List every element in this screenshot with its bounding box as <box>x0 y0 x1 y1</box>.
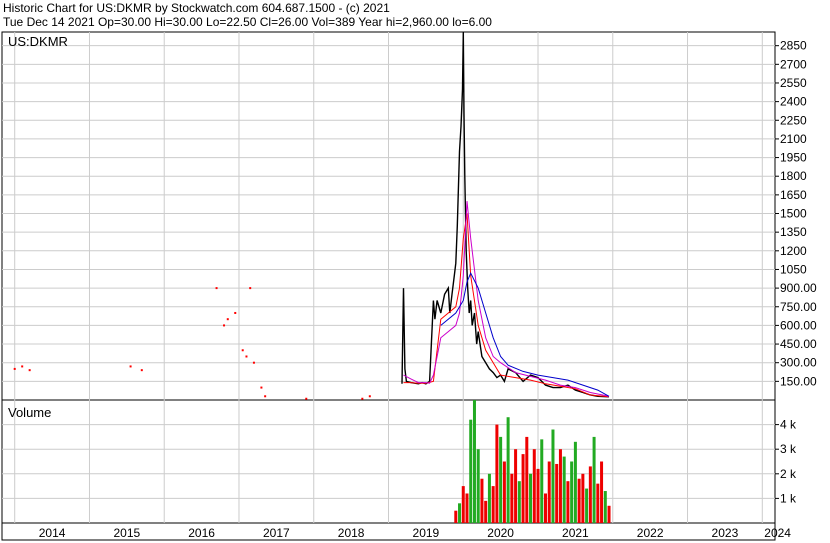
price-tick-label: 1950 <box>780 151 807 165</box>
year-tick-label: 2019 <box>413 526 440 540</box>
volume-bar <box>461 486 465 523</box>
price-tick-label: 2550 <box>780 76 807 90</box>
volume-bar <box>570 461 574 523</box>
price-point <box>140 369 143 372</box>
price-tick-label: 600.00 <box>780 318 817 332</box>
price-point <box>264 395 267 398</box>
volume-y-axis: 1 k 2 k 3 k 4 k <box>775 418 797 505</box>
year-tick-label: 2021 <box>562 526 589 540</box>
price-point <box>13 367 16 370</box>
volume-bar <box>499 436 503 523</box>
volume-tick-label: 4 k <box>780 418 797 432</box>
year-tick-label: 2024 <box>764 526 791 540</box>
volume-tick-label: 1 k <box>780 491 797 505</box>
price-point <box>305 397 308 400</box>
price-point <box>223 324 226 327</box>
price-tick-label: 300.00 <box>780 356 817 370</box>
volume-bar <box>607 505 611 523</box>
price-tick-label: 2250 <box>780 113 807 127</box>
price-tick-label: 750.00 <box>780 300 817 314</box>
volume-bar <box>529 473 533 523</box>
symbol-label: US:DKMR <box>8 34 68 49</box>
year-tick-label: 2023 <box>712 526 739 540</box>
price-tick-label: 2400 <box>780 95 807 109</box>
price-tick-label: 2100 <box>780 132 807 146</box>
price-point <box>226 318 229 321</box>
volume-bar <box>480 478 484 523</box>
price-tick-label: 1350 <box>780 225 807 239</box>
volume-bar <box>465 493 469 523</box>
volume-bar <box>502 461 506 523</box>
price-point <box>215 287 218 290</box>
year-tick-label: 2022 <box>637 526 664 540</box>
volume-bar <box>588 466 592 523</box>
volume-bar <box>577 478 581 523</box>
volume-bar <box>566 481 570 523</box>
price-tick-label: 900.00 <box>780 281 817 295</box>
price-point <box>129 365 132 368</box>
volume-bar <box>517 481 521 523</box>
year-tick-label: 2015 <box>113 526 140 540</box>
price-point <box>241 349 244 352</box>
volume-bar <box>555 463 559 523</box>
volume-tick-label: 2 k <box>780 467 797 481</box>
price-tick-label: 1500 <box>780 207 807 221</box>
volume-bar <box>543 493 547 523</box>
volume-bar <box>536 468 540 523</box>
volume-bar <box>562 456 566 523</box>
volume-bar <box>592 436 596 523</box>
price-tick-label: 1800 <box>780 169 807 183</box>
price-tick-label: 2850 <box>780 39 807 53</box>
volume-bar <box>510 473 514 523</box>
price-tick-label: 2700 <box>780 57 807 71</box>
price-point <box>368 395 371 398</box>
volume-bar <box>573 441 577 523</box>
price-tick-label: 450.00 <box>780 337 817 351</box>
price-point <box>260 386 263 389</box>
price-point <box>245 355 248 358</box>
volume-bar <box>525 436 529 523</box>
price-tick-label: 1050 <box>780 262 807 276</box>
volume-bar <box>454 510 458 523</box>
volume-bar <box>472 400 476 523</box>
historic-chart: 150.00 300.00 450.00 600.00 750.00 900.00 1050… <box>1 31 817 541</box>
volume-tick-label: 3 k <box>780 442 797 456</box>
year-tick-label: 2018 <box>338 526 365 540</box>
volume-bar <box>551 429 555 523</box>
volume-label: Volume <box>8 405 51 420</box>
volume-bar <box>540 439 544 523</box>
volume-bar <box>495 424 499 523</box>
price-point <box>252 361 255 364</box>
price-point <box>21 365 24 368</box>
price-tick-label: 150.00 <box>780 374 817 388</box>
volume-bar <box>521 454 525 523</box>
price-tick-label: 1650 <box>780 188 807 202</box>
year-tick-label: 2016 <box>188 526 215 540</box>
price-point <box>361 397 364 400</box>
price-tick-label: 1200 <box>780 244 807 258</box>
volume-bar <box>603 491 607 523</box>
volume-bar <box>585 488 589 523</box>
volume-bar <box>469 419 473 523</box>
price-point <box>28 369 31 372</box>
volume-bar <box>547 461 551 523</box>
volume-bar <box>596 483 600 523</box>
price-point <box>249 287 252 290</box>
volume-bar <box>476 449 480 523</box>
year-tick-label: 2020 <box>487 526 514 540</box>
price-y-axis: 150.00 300.00 450.00 600.00 750.00 900.00 1050… <box>775 39 817 388</box>
price-point <box>234 311 237 314</box>
volume-bar <box>484 500 488 523</box>
volume-bar <box>458 503 462 523</box>
volume-bar <box>487 473 491 523</box>
year-tick-label: 2014 <box>39 526 66 540</box>
volume-bar <box>581 473 585 523</box>
volume-bar <box>491 486 495 523</box>
volume-bar <box>506 417 510 523</box>
year-tick-label: 2017 <box>263 526 290 540</box>
volume-bar <box>532 449 536 523</box>
volume-bar <box>558 449 562 523</box>
volume-bar <box>600 461 604 523</box>
volume-bar <box>514 449 518 523</box>
